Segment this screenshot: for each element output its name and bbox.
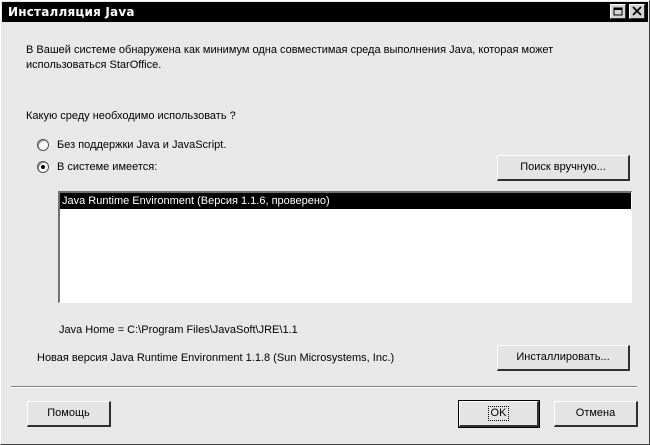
footer-divider-highlight	[11, 387, 637, 388]
runtime-list[interactable]: Java Runtime Environment (Версия 1.1.6, …	[58, 191, 632, 303]
java-install-dialog: Инсталляция Java В Вашей системе обнаруж…	[0, 0, 650, 445]
cancel-button[interactable]: Отмена	[554, 401, 638, 427]
close-button[interactable]	[629, 4, 645, 19]
intro-text: В Вашей системе обнаружена как минимум о…	[26, 44, 554, 71]
window-title: Инсталляция Java	[8, 5, 135, 19]
question-label: Какую среду необходимо использовать ?	[26, 110, 236, 122]
close-icon	[632, 6, 642, 16]
radio-no-java-label: Без поддержки Java и JavaScript.	[57, 139, 227, 151]
search-manually-button[interactable]: Поиск вручную...	[497, 155, 630, 181]
new-version-text: Новая версия Java Runtime Environment 1.…	[37, 352, 395, 364]
help-button[interactable]: Помощь	[27, 401, 111, 427]
radio-installed-circle[interactable]	[37, 161, 49, 173]
radio-no-java[interactable]: Без поддержки Java и JavaScript.	[37, 139, 226, 151]
install-button[interactable]: Инсталлировать...	[497, 345, 630, 371]
list-item[interactable]: Java Runtime Environment (Версия 1.1.6, …	[60, 193, 631, 209]
java-home-text: Java Home = C:\Program Files\JavaSoft\JR…	[59, 324, 298, 336]
minimize-button[interactable]	[610, 4, 626, 19]
radio-installed[interactable]: В системе имеется:	[37, 161, 157, 173]
ok-button[interactable]: OK	[458, 400, 540, 428]
radio-no-java-circle[interactable]	[37, 139, 49, 151]
ok-button-label: OK	[487, 406, 510, 421]
minimize-icon	[613, 7, 623, 16]
radio-installed-label: В системе имеется:	[57, 161, 158, 173]
radio-selected-dot	[41, 165, 45, 169]
title-bar[interactable]: Инсталляция Java	[2, 2, 648, 22]
